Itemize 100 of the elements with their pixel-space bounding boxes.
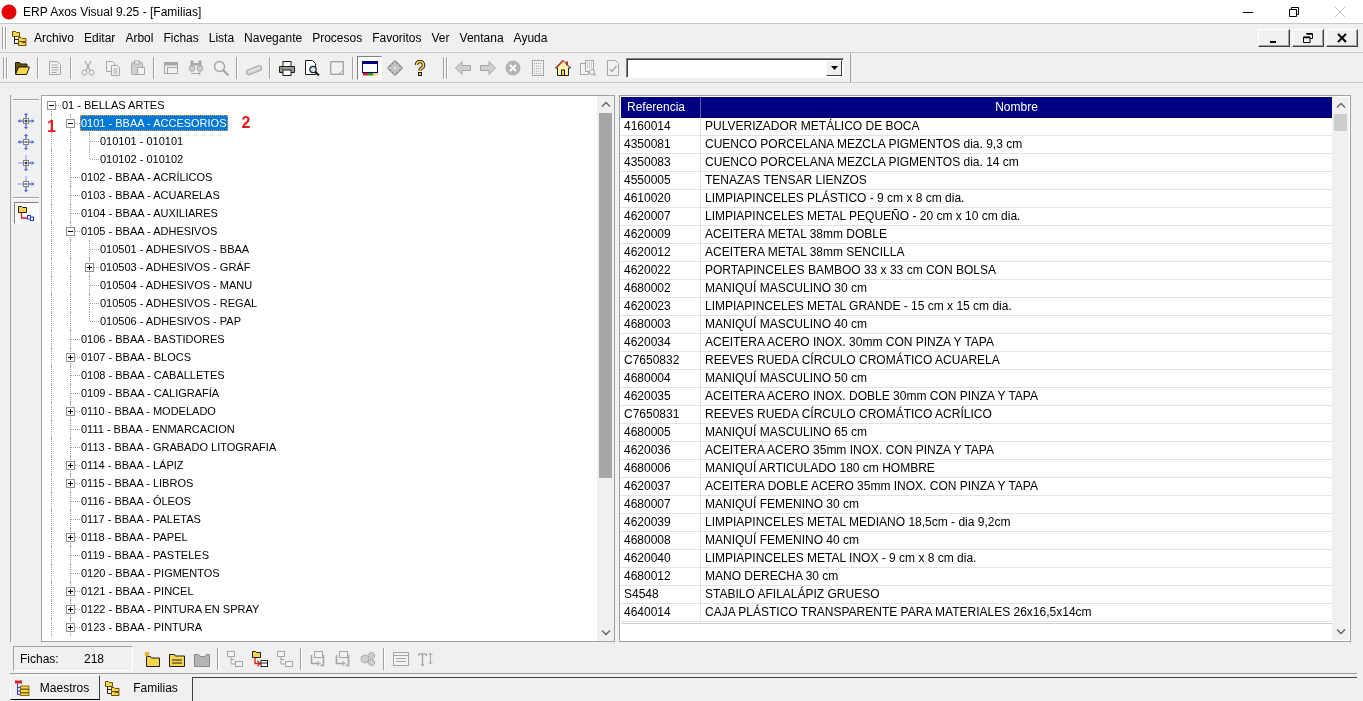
tree-item[interactable]: 0110 - BBAA - MODELADO (80, 403, 217, 419)
close-icon[interactable] (1337, 33, 1347, 43)
menu-item[interactable]: Ayuda (508, 28, 553, 48)
plus-box-icon[interactable] (66, 461, 75, 470)
page-search-icon[interactable] (303, 59, 320, 76)
tree-item[interactable]: 0121 - BBAA - PINCEL (80, 583, 195, 599)
tree-item[interactable]: 010506 - ADHESIVOS - PAP (99, 313, 243, 329)
menu-item[interactable]: Favoritos (367, 28, 427, 48)
tree-item[interactable]: 010505 - ADHESIVOS - REGAL (99, 295, 259, 311)
tree-item[interactable]: 0103 - BBAA - ACUARELAS (80, 187, 221, 203)
chevron-up-icon[interactable] (1335, 102, 1346, 109)
tree-item[interactable]: 01 - BELLAS ARTES (61, 97, 166, 113)
plus-arrows-icon[interactable] (18, 112, 34, 129)
table-row[interactable]: 4620009 ACEITERA METAL 38mm DOBLE (621, 226, 1332, 244)
tree-item[interactable]: 010504 - ADHESIVOS - MANU (99, 277, 254, 293)
scrollbar-thumb[interactable] (599, 113, 612, 478)
table-row[interactable]: 4620023 LIMPIAPINCELES METAL GRANDE - 15 cm x 15 cm dia. (621, 298, 1332, 316)
plus-box-icon[interactable] (66, 479, 75, 488)
table-row[interactable]: 4350083 CUENCO PORCELANA MEZCLA PIGMENTOS dia. 14 cm (621, 154, 1332, 172)
tree-item[interactable]: 010101 - 010101 (99, 133, 185, 149)
minus-arrow-icon[interactable] (18, 175, 34, 192)
table-row[interactable]: C7650831 REEVES RUEDA CÍRCULO CROMÁTICO ACRÍLICO (621, 406, 1332, 424)
toggle-button[interactable] (13, 202, 39, 224)
table-row[interactable]: 4610020 LIMPIAPINCELES PLÁSTICO - 9 cm x 8 cm dia. (621, 190, 1332, 208)
tree-item[interactable]: 0123 - BBAA - PINTURA (80, 619, 204, 635)
table-row[interactable]: 4550005 TENAZAS TENSAR LIENZOS (621, 172, 1332, 190)
menu-item[interactable]: Procesos (307, 28, 368, 48)
table-row[interactable]: 4160014 PULVERIZADOR METÁLICO DE BOCA (621, 118, 1332, 136)
close-button[interactable] (1326, 29, 1358, 47)
caret-down-icon[interactable] (830, 65, 838, 70)
restore-button[interactable] (1292, 29, 1324, 47)
table-row[interactable]: 4680008 MANIQUÍ FEMENINO 40 cm (621, 532, 1332, 550)
table-row[interactable]: 4350081 CUENCO PORCELANA MEZCLA PIGMENTOS dia. 9,3 cm (621, 136, 1332, 154)
plus-box-icon[interactable] (66, 587, 75, 596)
tree-item[interactable]: 0111 - BBAA - ENMARCACION (80, 421, 236, 437)
table-row[interactable]: S4548 STABILO AFILALÁPIZ GRUESO (621, 586, 1332, 604)
grip-handle-icon[interactable] (3, 56, 8, 79)
table-row[interactable]: 4680003 MANIQUÍ MASCULINO 40 cm (621, 316, 1332, 334)
tree-item[interactable]: 0114 - BBAA - LÁPIZ (80, 457, 185, 473)
vertical-scrollbar[interactable] (1332, 97, 1349, 640)
tree-item[interactable]: 0101 - BBAA - ACCESORIOS (80, 115, 228, 131)
folder-star-icon[interactable] (143, 650, 160, 667)
tree-item[interactable]: 010102 - 010102 (99, 151, 185, 167)
table-row[interactable]: 4620007 LIMPIAPINCELES METAL PEQUEÑO - 20 cm x 10 cm dia. (621, 208, 1332, 226)
table-row[interactable]: 4680002 MANIQUÍ MASCULINO 30 cm (621, 280, 1332, 298)
chevron-down-icon[interactable] (1335, 628, 1346, 635)
table-row[interactable]: C7650832 REEVES RUEDA CÍRCULO CROMÁTICO ACUARELA (621, 352, 1332, 370)
table-row[interactable]: 4620022 PORTAPINCELES BAMBOO 33 x 33 cm CON BOLSA (621, 262, 1332, 280)
tree-item[interactable]: 0105 - BBAA - ADHESIVOS (80, 223, 219, 239)
column-header[interactable]: Referencia (621, 97, 701, 118)
scrollbar-thumb[interactable] (1334, 114, 1347, 131)
tree-item[interactable]: 0109 - BBAA - CALIGRAFÍA (80, 385, 221, 401)
restore-icon[interactable] (1289, 6, 1299, 17)
table-row[interactable]: 4620037 ACEITERA DOBLE ACERO 35mm INOX. CON PINZA Y TAPA (621, 478, 1332, 496)
menu-item[interactable]: Arbol (120, 28, 159, 48)
folder-arrow-icon[interactable] (251, 650, 268, 667)
tree-item[interactable]: 0113 - BBAA - GRABADO LITOGRAFIA (80, 439, 278, 455)
tree-item[interactable]: 0102 - BBAA - ACRÍLICOS (80, 169, 214, 185)
table-row[interactable]: 4680004 MANIQUÍ MASCULINO 50 cm (621, 370, 1332, 388)
menu-item[interactable]: Ver (426, 28, 455, 48)
vertical-scrollbar[interactable] (597, 96, 614, 641)
printer-icon[interactable] (278, 59, 295, 76)
tree-item[interactable]: 0107 - BBAA - BLOCS (80, 349, 193, 365)
table-row[interactable]: 4620012 ACEITERA METAL 38mm SENCILLA (621, 244, 1332, 262)
plus-box-icon[interactable] (66, 353, 75, 362)
minus-arrows-icon[interactable] (18, 133, 34, 150)
minus-box-icon[interactable] (66, 227, 75, 236)
table-row[interactable]: 4620034 ACEITERA ACERO INOX. 30mm CON PINZA Y TAPA (621, 334, 1332, 352)
open-folder-icon[interactable] (13, 59, 30, 76)
tree-item[interactable]: 010503 - ADHESIVOS - GRÁF (99, 259, 252, 275)
table-row[interactable]: 4640014 CAJA PLÁSTICO TRANSPARENTE PARA MATERIALES 26x16,5x14cm (621, 604, 1332, 622)
tab[interactable]: Maestros (10, 675, 100, 700)
tree-item[interactable]: 0120 - BBAA - PIGMENTOS (80, 565, 221, 581)
chevron-down-icon[interactable] (600, 629, 611, 636)
tree-item[interactable]: 0115 - BBAA - LIBROS (80, 475, 195, 491)
table-row[interactable]: 4680012 MANO DERECHA 30 cm (621, 568, 1332, 586)
chevron-up-icon[interactable] (600, 101, 611, 108)
combo-box[interactable] (626, 57, 844, 78)
menu-item[interactable]: Navegante (239, 28, 308, 48)
minus-box-icon[interactable] (66, 119, 75, 128)
plus-box-icon[interactable] (66, 605, 75, 614)
tree-item[interactable]: 0108 - BBAA - CABALLETES (80, 367, 226, 383)
table-row[interactable]: 4620035 ACEITERA ACERO INOX. DOBLE 30mm CON PINZA Y TAPA (621, 388, 1332, 406)
plus-box-icon[interactable] (66, 623, 75, 632)
grip-handle-icon[interactable] (443, 56, 448, 79)
minimize-button[interactable] (1258, 29, 1290, 47)
menu-item[interactable]: Ventana (454, 28, 509, 48)
tree-item[interactable]: 0117 - BBAA - PALETAS (80, 511, 202, 527)
menu-item[interactable]: Lista (203, 28, 240, 48)
table-row[interactable]: 4620040 LIMPIAPINCELES METAL INOX - 9 cm x 8 cm dia. (621, 550, 1332, 568)
restore-icon[interactable] (1303, 33, 1313, 43)
diamond-icon[interactable] (386, 59, 403, 76)
tree-item[interactable]: 0119 - BBAA - PASTELES (80, 547, 210, 563)
menu-item[interactable]: Editar (79, 28, 121, 48)
table-row[interactable]: 4620036 ACEITERA ACERO 35mm INOX. CON PINZA Y TAPA (621, 442, 1332, 460)
menu-item[interactable]: Archivo (29, 28, 79, 48)
tree-item[interactable]: 010501 - ADHESIVOS - BBAA (99, 241, 251, 257)
dropdown-button[interactable] (826, 59, 842, 76)
plus-box-icon[interactable] (85, 263, 94, 272)
tree-item[interactable]: 0104 - BBAA - AUXILIARES (80, 205, 219, 221)
